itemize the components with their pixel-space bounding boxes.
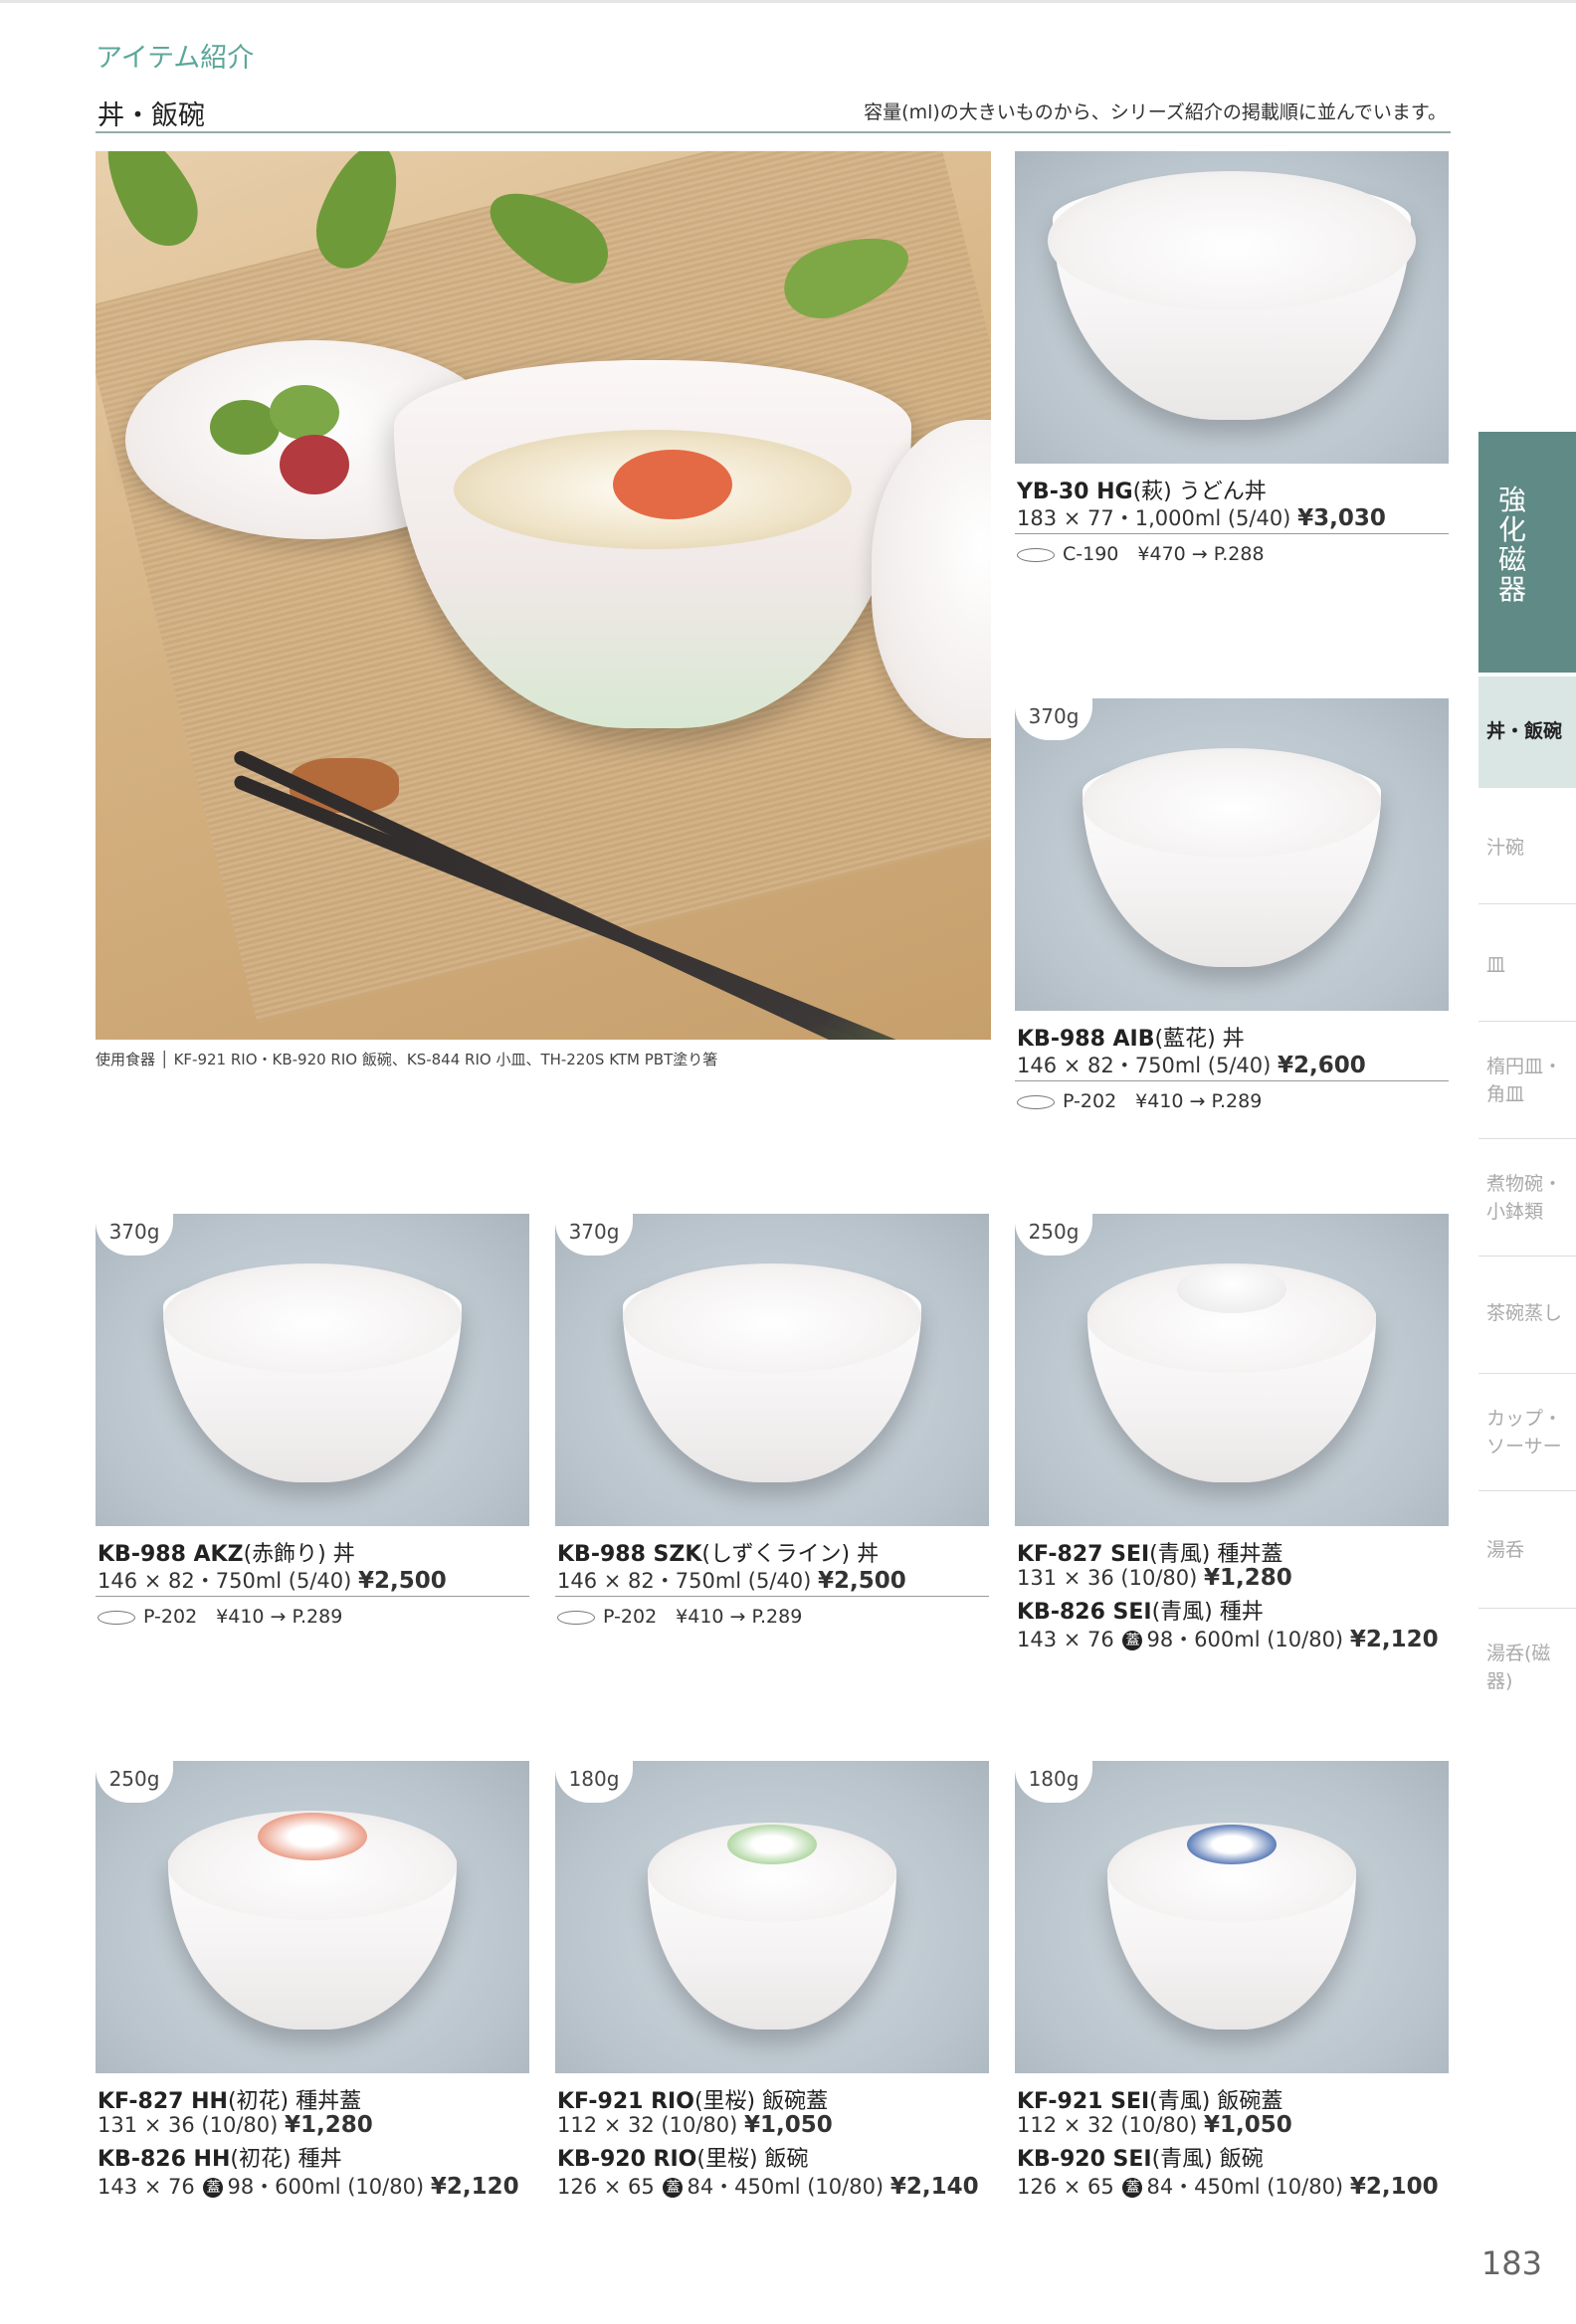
saucer-info: P-202 ¥410 → P.289: [1017, 1086, 1262, 1113]
weight-badge: 370g: [96, 1214, 173, 1256]
product-photo: 370g: [1015, 698, 1449, 1011]
lid-icon: 蓋: [663, 2178, 684, 2198]
product-photo: 370g: [96, 1214, 529, 1526]
weight-badge: 180g: [1015, 1761, 1092, 1803]
hero-photo: [96, 151, 991, 1040]
product-photo: 180g: [1015, 1761, 1449, 2073]
weight-badge: 370g: [1015, 698, 1092, 740]
product-name: KB-920 SEI(青風) 飯碗: [1017, 2147, 1264, 2172]
saucer-icon: [1017, 547, 1055, 562]
sidebar-item[interactable]: 茶碗蒸し: [1486, 1299, 1574, 1327]
product-spec: 112 × 32 (10/80) ¥1,050: [557, 2112, 833, 2138]
product-spec: 146 × 82・750ml (5/40) ¥2,600: [1017, 1053, 1366, 1078]
lid-knob: [258, 1813, 367, 1860]
saucer-icon: [557, 1610, 595, 1625]
pickle: [270, 385, 339, 440]
product-spec: 126 × 65 蓋 84・450ml (10/80) ¥2,140: [557, 2174, 979, 2200]
sidebar-item[interactable]: 湯呑(磁器): [1486, 1640, 1574, 1695]
product-spec: 126 × 65 蓋 84・450ml (10/80) ¥2,100: [1017, 2174, 1439, 2200]
product-name: KF-921 SEI(青風) 飯碗蓋: [1017, 2089, 1283, 2114]
product-rule: [1015, 1080, 1449, 1081]
lid-icon: 蓋: [1122, 2178, 1143, 2198]
salmon: [613, 450, 732, 519]
weight-badge: 180g: [555, 1761, 633, 1803]
product-photo: [1015, 151, 1449, 464]
weight-badge: 250g: [96, 1761, 173, 1803]
product-spec: 131 × 36 (10/80) ¥1,280: [98, 2112, 373, 2138]
product-name: KF-827 HH(初花) 種丼蓋: [98, 2089, 362, 2114]
product-spec: 112 × 32 (10/80) ¥1,050: [1017, 2112, 1292, 2138]
lid-knob: [1187, 1825, 1277, 1864]
sidebar-divider: [1478, 1138, 1576, 1139]
sidebar-item[interactable]: 汁碗: [1486, 834, 1574, 862]
product-photo: 250g: [96, 1761, 529, 2073]
sidebar-divider: [1478, 1373, 1576, 1374]
page-subtitle: 容量(ml)の大きいものから、シリーズ紹介の掲載順に並んでいます。: [864, 101, 1447, 123]
product-spec: 131 × 36 (10/80) ¥1,280: [1017, 1565, 1292, 1591]
section-title: アイテム紹介: [96, 43, 255, 74]
page-heading: 丼・飯碗: [98, 100, 205, 131]
sidebar-divider: [1478, 1256, 1576, 1257]
sidebar-divider: [1478, 903, 1576, 904]
sidebar-item[interactable]: 楕円皿・角皿: [1486, 1053, 1574, 1108]
saucer-info: P-202 ¥410 → P.289: [557, 1602, 802, 1629]
product-rule: [96, 1596, 529, 1597]
product-spec: 146 × 82・750ml (5/40) ¥2,500: [557, 1568, 906, 1594]
saucer-icon: [1017, 1094, 1055, 1109]
weight-badge: 250g: [1015, 1214, 1092, 1256]
umeboshi: [280, 435, 349, 494]
sidebar-item-current-label: 丼・飯碗: [1486, 720, 1563, 742]
sidebar-divider: [1478, 1021, 1576, 1022]
product-photo: 180g: [555, 1761, 989, 2073]
bowl-rim: [163, 1263, 462, 1373]
leaf: [96, 151, 213, 260]
product-spec: 143 × 76 蓋 98・600ml (10/80) ¥2,120: [1017, 1627, 1439, 1652]
sidebar-category-label: 強化磁器: [1497, 484, 1526, 606]
product-name: KB-826 HH(初花) 種丼: [98, 2147, 342, 2172]
hero-caption: 使用食器 │ KF-921 RIO・KB-920 RIO 飯碗、KS-844 R…: [96, 1051, 718, 1068]
lid-icon: 蓋: [203, 2178, 224, 2198]
lid-icon: 蓋: [1122, 1631, 1143, 1650]
product-name: KB-988 AIB(藍花) 丼: [1017, 1027, 1245, 1052]
product-name: YB-30 HG(萩) うどん丼: [1017, 480, 1267, 504]
bowl-rim: [1048, 171, 1416, 310]
product-spec: 143 × 76 蓋 98・600ml (10/80) ¥2,120: [98, 2174, 519, 2200]
sidebar-divider: [1478, 1608, 1576, 1609]
sidebar-item[interactable]: 湯呑: [1486, 1536, 1574, 1564]
sidebar-item[interactable]: 皿: [1486, 951, 1574, 979]
product-name: KB-988 SZK(しずくライン) 丼: [557, 1542, 880, 1567]
product-spec: 146 × 82・750ml (5/40) ¥2,500: [98, 1568, 447, 1594]
sidebar-divider: [1478, 1490, 1576, 1491]
product-spec: 183 × 77・1,000ml (5/40) ¥3,030: [1017, 505, 1386, 531]
page-number: 183: [1480, 2244, 1542, 2282]
product-photo: 370g: [555, 1214, 989, 1526]
lid-knob: [727, 1825, 817, 1864]
product-name: KB-920 RIO(里桜) 飯碗: [557, 2147, 809, 2172]
saucer-info: C-190 ¥470 → P.288: [1017, 539, 1265, 566]
product-name: KF-827 SEI(青風) 種丼蓋: [1017, 1542, 1283, 1567]
product-name: KB-988 AKZ(赤飾り) 丼: [98, 1542, 355, 1567]
product-rule: [555, 1596, 989, 1597]
saucer-info: P-202 ¥410 → P.289: [98, 1602, 342, 1629]
heading-rule: [96, 131, 1451, 133]
top-rule: [0, 0, 1576, 3]
product-rule: [1015, 533, 1449, 534]
product-name: KB-826 SEI(青風) 種丼: [1017, 1600, 1264, 1625]
product-photo: 250g: [1015, 1214, 1449, 1526]
weight-badge: 370g: [555, 1214, 633, 1256]
lid-knob: [1177, 1265, 1286, 1313]
sidebar-item[interactable]: カップ・ソーサー: [1486, 1405, 1574, 1460]
saucer-icon: [98, 1610, 135, 1625]
sidebar-item[interactable]: 煮物碗・小鉢類: [1486, 1170, 1574, 1226]
bowl-rim: [623, 1263, 921, 1373]
bowl-rim: [1083, 748, 1381, 858]
product-name: KF-921 RIO(里桜) 飯碗蓋: [557, 2089, 829, 2114]
